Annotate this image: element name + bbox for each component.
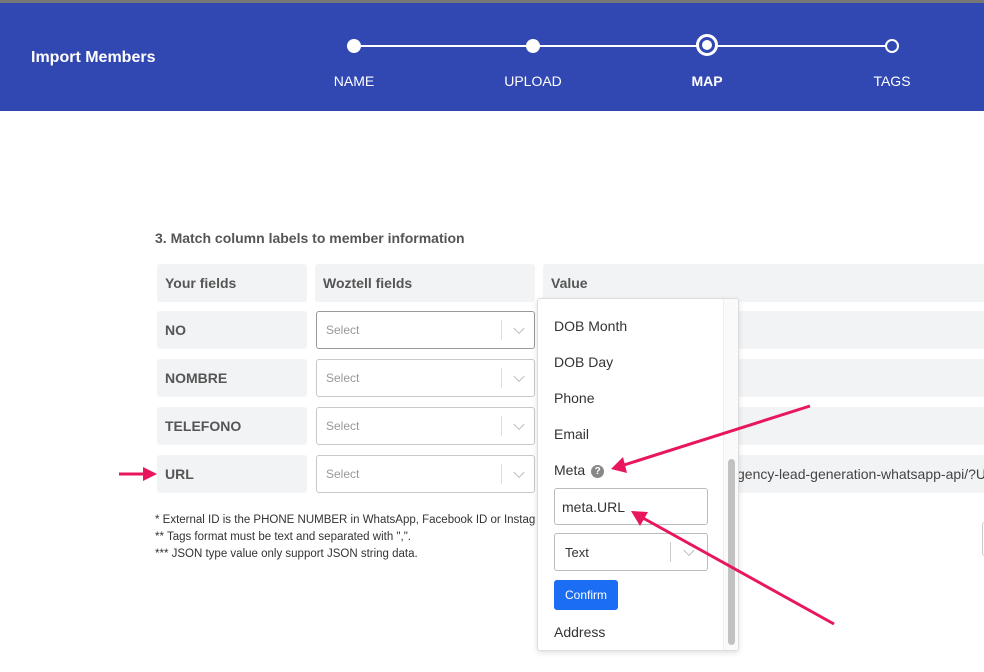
option-phone[interactable]: Phone (554, 390, 594, 406)
step-label-upload[interactable]: UPLOAD (504, 73, 562, 89)
header-your-fields: Your fields (157, 264, 307, 302)
section-title: 3. Match column labels to member informa… (155, 230, 465, 246)
field-label-no: NO (157, 311, 307, 349)
select-separator (670, 542, 671, 562)
woztell-field-select-telefono[interactable]: Select (316, 407, 535, 445)
arrow-to-url-row (119, 467, 157, 481)
select-placeholder: Select (326, 467, 360, 481)
stepper-line (354, 45, 892, 47)
step-label-name[interactable]: NAME (334, 73, 374, 89)
dropdown-scrollbar[interactable] (723, 299, 738, 650)
select-separator (501, 416, 502, 436)
select-placeholder: Select (326, 371, 360, 385)
value-text-url: gency-lead-generation-whatsapp-api/?U (737, 466, 984, 482)
footnotes: * External ID is the PHONE NUMBER in Wha… (155, 512, 535, 563)
option-email[interactable]: Email (554, 426, 589, 442)
page-title: Import Members (31, 49, 156, 66)
option-dob-month[interactable]: DOB Month (554, 318, 627, 334)
meta-key-input[interactable]: meta.URL (554, 488, 708, 525)
footnote-external-id: * External ID is the PHONE NUMBER in Wha… (155, 514, 536, 526)
step-dot-map[interactable] (696, 34, 718, 56)
select-placeholder: Select (326, 419, 360, 433)
step-dot-upload[interactable] (526, 39, 540, 53)
option-meta[interactable]: Meta? (554, 462, 605, 478)
select-placeholder: Select (326, 323, 360, 337)
footnote-json-type: *** JSON type value only support JSON st… (155, 548, 418, 560)
select-separator (501, 320, 502, 340)
step-label-map[interactable]: MAP (691, 73, 722, 89)
import-header: Import Members NAME UPLOAD MAP TAGS (0, 0, 984, 111)
option-address[interactable]: Address (554, 624, 605, 640)
chevron-down-icon[interactable] (683, 544, 695, 557)
woztell-field-dropdown[interactable]: DOB Month DOB Day Phone Email Meta? meta… (537, 298, 739, 651)
header-value: Value (543, 264, 984, 302)
woztell-field-select-nombre[interactable]: Select (316, 359, 535, 397)
confirm-button[interactable]: Confirm (554, 580, 618, 610)
chevron-down-icon[interactable] (513, 370, 525, 383)
scrollbar-thumb[interactable] (728, 459, 735, 645)
option-meta-label: Meta (554, 462, 586, 478)
step-dot-tags[interactable] (885, 39, 899, 53)
option-dob-day[interactable]: DOB Day (554, 354, 613, 370)
step-label-tags[interactable]: TAGS (873, 73, 910, 89)
chevron-down-icon[interactable] (513, 466, 525, 479)
woztell-field-select-url[interactable]: Select (316, 455, 535, 493)
field-label-nombre: NOMBRE (157, 359, 307, 397)
question-circle-icon[interactable]: ? (591, 465, 605, 478)
value-cell-telefono (738, 407, 984, 445)
header-woztell-fields: Woztell fields (315, 264, 535, 302)
chevron-down-icon[interactable] (513, 418, 525, 431)
field-label-telefono: TELEFONO (157, 407, 307, 445)
chevron-down-icon[interactable] (513, 322, 525, 335)
field-label-url: URL (157, 455, 307, 493)
step-dot-name[interactable] (347, 39, 361, 53)
footnote-tags-format: ** Tags format must be text and separate… (155, 531, 411, 543)
woztell-field-select-no[interactable]: Select (316, 311, 535, 349)
select-separator (501, 368, 502, 388)
meta-type-value: Text (565, 544, 589, 560)
value-cell-no (738, 311, 984, 349)
meta-type-select[interactable]: Text (554, 533, 708, 571)
value-cell-nombre (738, 359, 984, 397)
select-separator (501, 464, 502, 484)
